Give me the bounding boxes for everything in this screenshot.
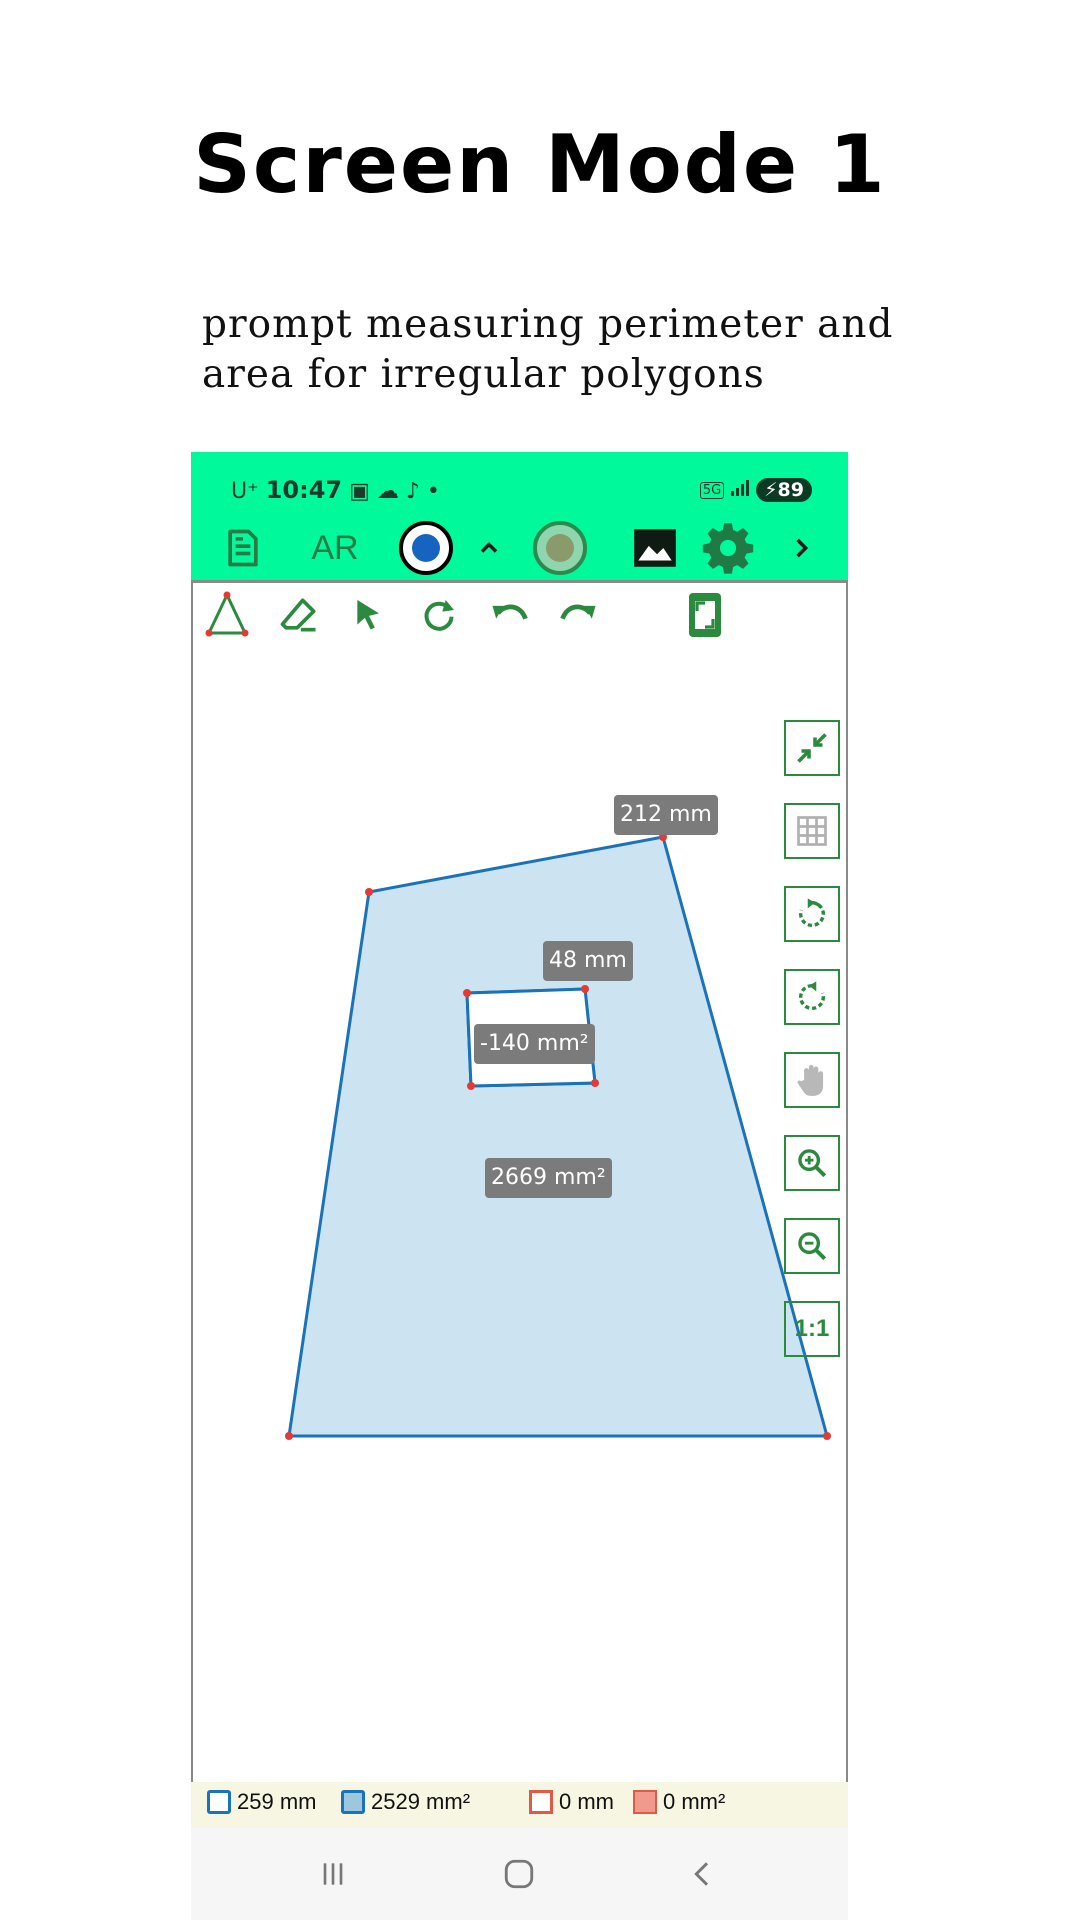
page-title: Screen Mode 1 <box>193 118 887 211</box>
fill-color-icon[interactable] <box>531 514 589 582</box>
legend-area-blue: 2529 mm² <box>341 1789 470 1815</box>
inner-area-label: -140 mm² <box>474 1024 595 1064</box>
red-outline-swatch <box>529 1790 553 1814</box>
status-left: U⁺ 10:47 ▣ ☁ ♪ • <box>231 476 440 504</box>
rotate-cw-icon[interactable] <box>784 886 840 942</box>
image-icon[interactable] <box>627 514 683 582</box>
chevron-up-icon[interactable] <box>469 514 509 582</box>
carrier-label: U⁺ <box>231 479 259 504</box>
clock: 10:47 <box>265 476 343 504</box>
legend-area-red-value: 0 mm² <box>663 1789 726 1814</box>
home-icon[interactable] <box>502 1857 536 1896</box>
legend-perimeter-red: 0 mm <box>529 1789 614 1815</box>
recent-apps-icon[interactable] <box>317 1858 349 1895</box>
grid-icon[interactable] <box>784 803 840 859</box>
zoom-out-icon[interactable] <box>784 1218 840 1274</box>
measurement-legend: 259 mm 2529 mm² 0 mm 0 mm² <box>191 1782 848 1828</box>
phone-screen: U⁺ 10:47 ▣ ☁ ♪ • 5G ⚡89 AR 212 mm 48 mm … <box>191 452 848 1920</box>
legend-area-blue-value: 2529 mm² <box>371 1789 471 1814</box>
legend-area-red: 0 mm² <box>633 1789 725 1815</box>
chevron-right-icon[interactable] <box>781 514 821 582</box>
signal-icon <box>730 479 750 502</box>
status-right: 5G ⚡89 <box>699 478 812 502</box>
gear-icon[interactable] <box>699 514 757 582</box>
page-subtitle: prompt measuring perimeter and area for … <box>202 302 894 397</box>
network-label: 5G <box>699 481 725 499</box>
inner-edge-label: 48 mm <box>543 941 633 981</box>
one-to-one-button[interactable]: 1:1 <box>784 1301 840 1357</box>
red-fill-swatch <box>633 1790 657 1814</box>
legend-perimeter-blue: 259 mm <box>207 1789 316 1815</box>
legend-perimeter-blue-value: 259 mm <box>237 1789 317 1814</box>
battery-badge: ⚡89 <box>756 478 812 502</box>
pan-hand-icon[interactable] <box>784 1052 840 1108</box>
outer-area-label: 2669 mm² <box>485 1158 612 1198</box>
zoom-in-icon[interactable] <box>784 1135 840 1191</box>
drawing-canvas[interactable]: 212 mm 48 mm -140 mm² 2669 mm² 1:1 <box>191 580 848 1785</box>
blue-outline-swatch <box>207 1790 231 1814</box>
record-color-icon[interactable] <box>397 514 455 582</box>
top-bar: U⁺ 10:47 ▣ ☁ ♪ • 5G ⚡89 AR <box>191 452 848 582</box>
legend-perimeter-red-value: 0 mm <box>559 1789 614 1814</box>
outer-polygon[interactable] <box>287 835 829 1438</box>
blue-fill-swatch <box>341 1790 365 1814</box>
collapse-icon[interactable] <box>784 720 840 776</box>
outer-edge-label: 212 mm <box>614 795 718 835</box>
rotate-ccw-icon[interactable] <box>784 969 840 1025</box>
document-icon[interactable] <box>215 514 271 582</box>
system-nav-bar <box>191 1828 848 1920</box>
status-icons: ▣ ☁ ♪ • <box>349 479 440 504</box>
main-toolbar: AR <box>191 514 848 582</box>
back-icon[interactable] <box>687 1858 719 1895</box>
ar-button[interactable]: AR <box>297 514 373 582</box>
battery-level: 89 <box>777 479 804 501</box>
